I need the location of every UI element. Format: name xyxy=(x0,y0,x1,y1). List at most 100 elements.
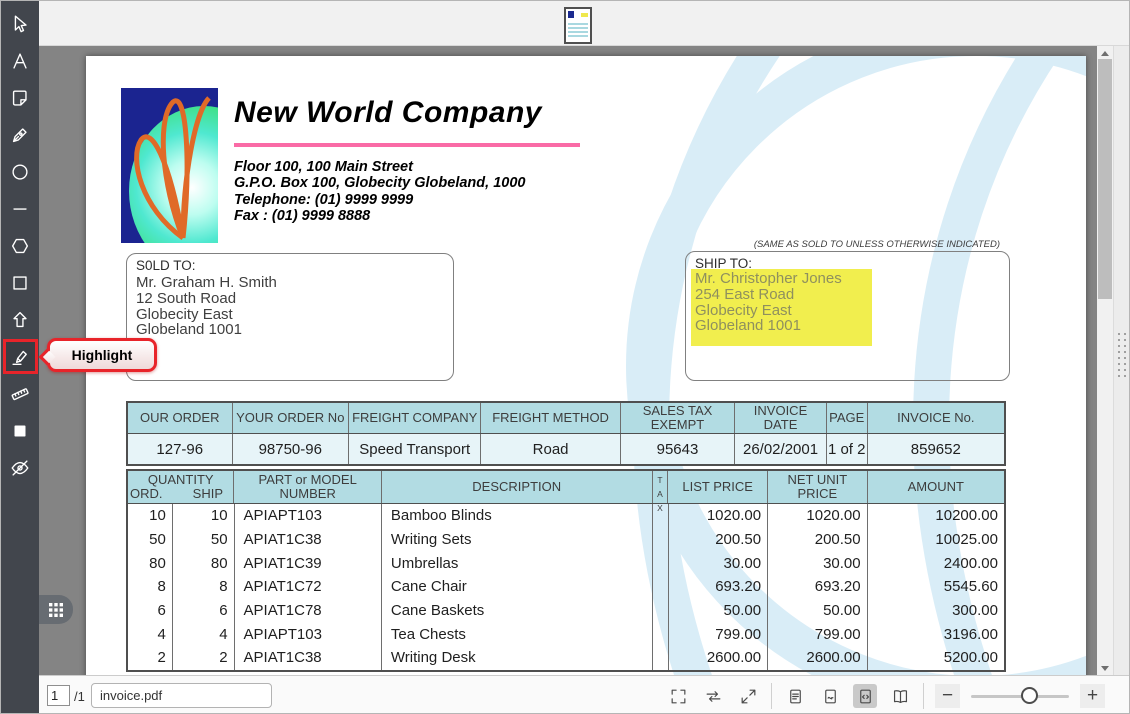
triangle-down-icon xyxy=(1101,665,1109,671)
cell-list-price: 50.00 xyxy=(669,598,769,623)
cell-amount: 3196.00 xyxy=(943,625,998,643)
header-part-number: PART or MODEL NUMBER xyxy=(234,471,382,503)
fill-color-tool-button[interactable] xyxy=(2,412,38,449)
cell-list-price: 2600.00 xyxy=(669,646,769,670)
cell-part: APIAT1C72 xyxy=(235,575,382,599)
panel-drag-handle[interactable] xyxy=(1118,333,1126,378)
cell-desc: Bamboo Blinds xyxy=(382,504,653,528)
cell-part: APIAT1C39 xyxy=(235,551,382,576)
value-your-order: 98750-96 xyxy=(233,434,349,464)
tooltip-label: Highlight xyxy=(71,347,133,363)
two-page-view-button[interactable] xyxy=(888,684,912,708)
filename-input[interactable] xyxy=(91,683,272,708)
header-amount: AMOUNT xyxy=(907,479,964,494)
cell-ord: 8 xyxy=(128,575,173,599)
company-name: New World Company xyxy=(234,96,542,129)
value-freight-company: Speed Transport xyxy=(349,434,482,464)
polygon-tool-button[interactable] xyxy=(2,227,38,264)
item-row: 6 6 APIAT1C78 Cane Baskets 50.00 50.00 3… xyxy=(128,598,1004,623)
header-sales-tax: SALES TAX EXEMPT xyxy=(621,403,736,433)
expand-arrows-icon xyxy=(741,689,755,703)
cell-ship: 6 xyxy=(173,598,235,623)
cell-list-price: 693.20 xyxy=(669,575,769,599)
cell-amount: 5545.60 xyxy=(943,578,998,596)
continuous-view-button[interactable] xyxy=(818,684,842,708)
page-count-label: /1 xyxy=(74,689,85,704)
ship-to-note: (SAME AS SOLD TO UNLESS OTHERWISE INDICA… xyxy=(753,239,1000,250)
cell-net-price: 50.00 xyxy=(768,598,868,623)
cell-ord: 50 xyxy=(128,527,173,552)
order-table-header-row: OUR ORDER YOUR ORDER No FREIGHT COMPANY … xyxy=(128,403,1004,434)
cell-tax xyxy=(653,504,669,528)
hexagon-icon xyxy=(11,238,29,253)
bottom-toolbar: /1 − xyxy=(39,675,1129,713)
note-tool-button[interactable] xyxy=(2,79,38,116)
cell-ord: 80 xyxy=(128,551,173,576)
fit-page-button[interactable] xyxy=(736,684,760,708)
ship-to-address: Mr. Christopher Jones 254 East Road Glob… xyxy=(695,270,842,335)
value-invoice-date: 26/02/2001 xyxy=(735,434,827,464)
fit-width-button[interactable] xyxy=(701,684,725,708)
cell-amount: 300.00 xyxy=(952,602,998,620)
cell-tax xyxy=(653,551,669,576)
value-sales-tax: 95643 xyxy=(621,434,736,464)
cell-list-price: 1020.00 xyxy=(669,504,769,528)
cell-part: APIAPT103 xyxy=(235,622,382,647)
triangle-up-icon xyxy=(1101,50,1109,56)
fullscreen-icon xyxy=(671,689,685,703)
right-panel-strip xyxy=(1113,46,1129,675)
pen-tool-button[interactable] xyxy=(2,116,38,153)
rectangle-tool-button[interactable] xyxy=(2,264,38,301)
cell-ship: 8 xyxy=(173,575,235,599)
header-list-price: LIST PRICE xyxy=(668,471,768,503)
header-invoice-no: INVOICE No. xyxy=(897,410,975,425)
line-tool-button[interactable] xyxy=(2,190,38,227)
zoom-out-button[interactable]: − xyxy=(935,684,960,708)
pink-rule xyxy=(234,143,580,147)
company-logo xyxy=(121,88,218,243)
cell-desc: Tea Chests xyxy=(382,622,653,647)
eye-off-icon xyxy=(11,459,29,476)
grid-icon xyxy=(49,602,63,617)
ellipse-tool-button[interactable] xyxy=(2,153,38,190)
scroll-down-button[interactable] xyxy=(1097,661,1113,675)
cell-ord: 2 xyxy=(128,646,173,670)
header-quantity: QUANTITY ORD. SHIP xyxy=(128,471,235,503)
view-controls: − + xyxy=(666,676,1105,713)
header-our-order: OUR ORDER xyxy=(128,403,233,433)
cell-net-price: 1020.00 xyxy=(768,504,868,528)
yellow-highlight-annotation[interactable]: Mr. Christopher Jones 254 East Road Glob… xyxy=(691,269,872,346)
cell-desc: Cane Baskets xyxy=(382,598,653,623)
arrow-tool-button[interactable] xyxy=(2,301,38,338)
cell-desc: Writing Sets xyxy=(382,527,653,552)
table-panel-button[interactable] xyxy=(39,595,73,624)
cell-ship: 80 xyxy=(173,551,235,576)
single-page-view-button[interactable] xyxy=(783,684,807,708)
fullscreen-button[interactable] xyxy=(666,684,690,708)
hide-annotations-button[interactable] xyxy=(2,449,38,486)
item-row: 80 80 APIAT1C39 Umbrellas 30.00 30.00 24… xyxy=(128,551,1004,576)
ruler-tool-button[interactable] xyxy=(2,375,38,412)
cell-list-price: 799.00 xyxy=(669,622,769,647)
cell-tax xyxy=(653,598,669,623)
cell-net-price: 200.50 xyxy=(768,527,868,552)
toolbar-divider xyxy=(771,683,772,709)
cell-amount: 2400.00 xyxy=(943,554,998,572)
select-tool-button[interactable] xyxy=(2,5,38,42)
items-table-header-row: QUANTITY ORD. SHIP PART or MODEL NUMBER … xyxy=(128,471,1004,513)
zoom-in-button[interactable]: + xyxy=(1080,684,1105,708)
value-page: 1 of 2 xyxy=(827,434,868,464)
cell-amount: 10025.00 xyxy=(935,531,998,549)
zoom-slider[interactable] xyxy=(971,684,1069,708)
highlight-tool-button[interactable] xyxy=(2,339,38,374)
active-view-mode-button[interactable] xyxy=(853,684,877,708)
scrollbar-thumb[interactable] xyxy=(1098,59,1112,299)
cell-ship: 2 xyxy=(173,646,235,670)
document-canvas: New World Company Floor 100, 100 Main St… xyxy=(39,46,1097,675)
scroll-up-button[interactable] xyxy=(1097,46,1113,60)
text-tool-button[interactable] xyxy=(2,42,38,79)
zoom-slider-knob[interactable] xyxy=(1021,687,1038,704)
quantity-label: QUANTITY xyxy=(147,472,214,487)
page-thumbnail[interactable] xyxy=(564,7,592,44)
page-number-input[interactable] xyxy=(47,685,70,706)
